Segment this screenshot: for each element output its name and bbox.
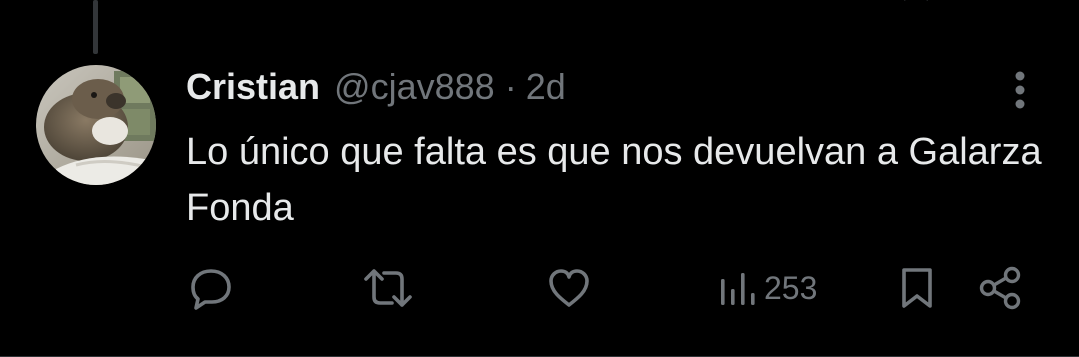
share-icon [979, 266, 1021, 310]
previous-tweet-bookmark-icon [896, 0, 936, 6]
previous-tweet-share-icon [1010, 0, 1030, 4]
thread-connector-line [93, 0, 98, 54]
avatar-image [36, 65, 156, 185]
tweet-timestamp[interactable]: 2d [526, 66, 566, 108]
retweet-button[interactable] [362, 262, 414, 314]
retweet-icon [364, 269, 412, 307]
reply-icon [191, 269, 231, 310]
separator-dot: · [504, 66, 517, 107]
views-button[interactable]: 253 [718, 262, 817, 314]
more-vertical-icon[interactable] [1005, 68, 1035, 112]
heart-icon [549, 269, 589, 307]
reply-button[interactable] [188, 262, 234, 314]
tweet-actions: 253 [0, 262, 1079, 314]
views-count: 253 [764, 269, 818, 306]
tweet-header: Cristian @cjav888 · 2d [186, 64, 566, 110]
tweet-text: Lo único que falta es que nos devuelvan … [186, 131, 1042, 229]
author-handle[interactable]: @cjav888 [334, 66, 495, 108]
share-button[interactable] [976, 262, 1024, 314]
author-name[interactable]: Cristian [186, 66, 320, 108]
bookmark-icon [902, 268, 932, 308]
like-button[interactable] [546, 262, 592, 314]
avatar[interactable] [36, 65, 156, 185]
bar-chart-icon [721, 273, 755, 305]
bookmark-button[interactable] [897, 262, 937, 314]
